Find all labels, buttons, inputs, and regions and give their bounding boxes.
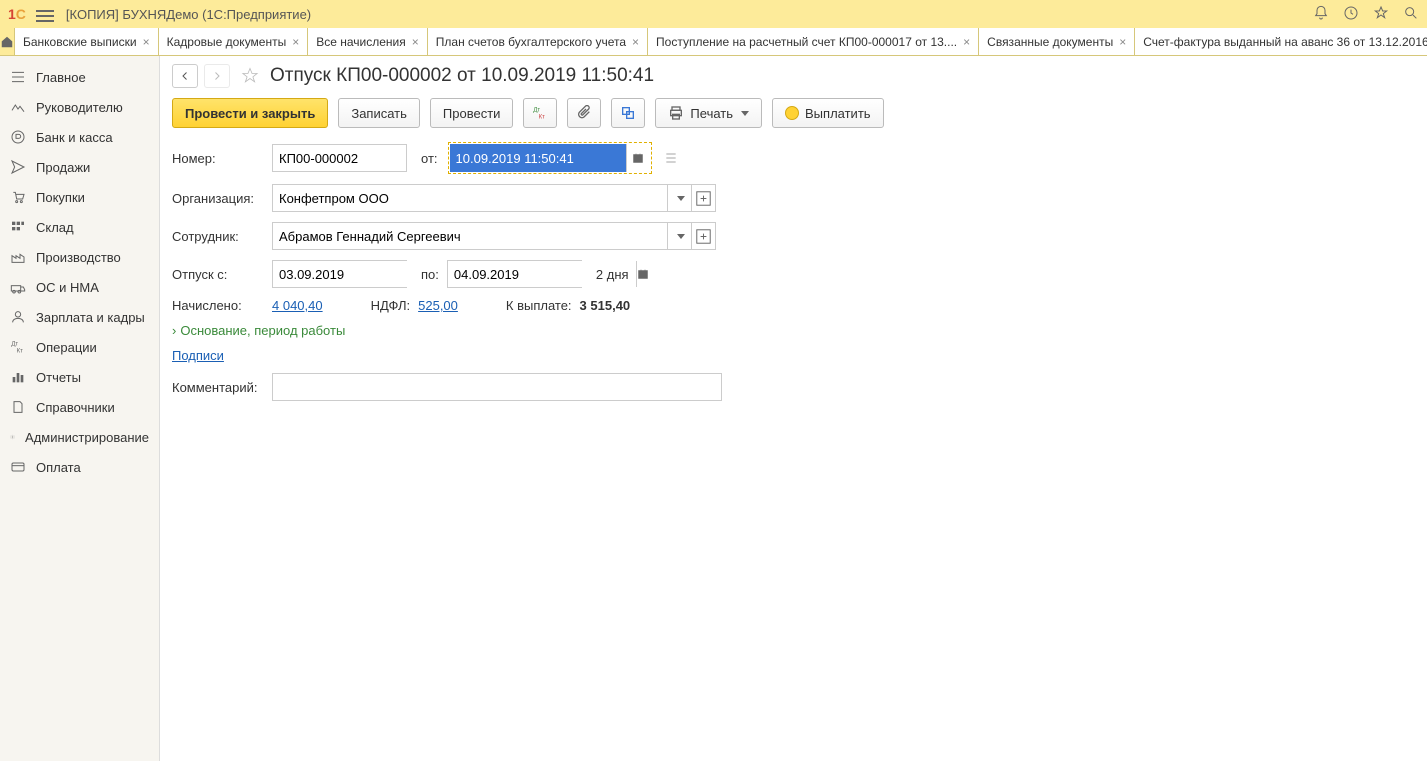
- notifications-icon[interactable]: [1313, 5, 1329, 24]
- dt-kt-button[interactable]: ДтКт: [523, 98, 557, 128]
- page-title: Отпуск КП00-000002 от 10.09.2019 11:50:4…: [270, 65, 654, 87]
- forward-button[interactable]: [204, 64, 230, 88]
- logo-1c: 1С: [8, 6, 26, 22]
- coin-icon: [785, 106, 799, 120]
- open-icon[interactable]: [692, 222, 716, 250]
- close-icon[interactable]: ×: [143, 35, 150, 49]
- chevron-down-icon: [741, 111, 749, 116]
- app-title: [КОПИЯ] БУХНЯДемо (1С:Предприятие): [66, 7, 1313, 22]
- svg-text:Кт: Кт: [17, 348, 23, 354]
- to-pay-value: 3 515,40: [580, 298, 631, 313]
- to-pay-label: К выплате:: [506, 298, 572, 313]
- search-icon[interactable]: [1403, 5, 1419, 24]
- employee-label: Сотрудник:: [172, 229, 272, 244]
- history-icon[interactable]: [1343, 5, 1359, 24]
- content-area: Отпуск КП00-000002 от 10.09.2019 11:50:4…: [160, 56, 1427, 761]
- signatures-link[interactable]: Подписи: [172, 348, 224, 363]
- days-text: 2 дня: [596, 267, 629, 282]
- nav-purchases[interactable]: Покупки: [0, 182, 159, 212]
- toolbar: Провести и закрыть Записать Провести ДтК…: [172, 98, 1415, 128]
- nav-bank[interactable]: Банк и касса: [0, 122, 159, 152]
- attach-button[interactable]: [567, 98, 601, 128]
- tab-item[interactable]: План счетов бухгалтерского учета×: [428, 28, 648, 55]
- employee-input[interactable]: [273, 223, 667, 249]
- number-label: Номер:: [172, 151, 272, 166]
- svg-text:Дт: Дт: [534, 108, 541, 114]
- calendar-icon[interactable]: [626, 144, 650, 172]
- save-button[interactable]: Записать: [338, 98, 420, 128]
- nav-payment[interactable]: Оплата: [0, 452, 159, 482]
- main-menu-button[interactable]: [36, 7, 54, 21]
- nav-payroll[interactable]: Зарплата и кадры: [0, 302, 159, 332]
- accrued-label: Начислено:: [172, 298, 272, 313]
- nav-sales[interactable]: Продажи: [0, 152, 159, 182]
- tab-item[interactable]: Все начисления×: [308, 28, 428, 55]
- home-tab[interactable]: [0, 28, 15, 55]
- open-icon[interactable]: [692, 184, 716, 212]
- nav-production[interactable]: Производство: [0, 242, 159, 272]
- comment-label: Комментарий:: [172, 380, 272, 395]
- close-icon[interactable]: ×: [632, 35, 639, 49]
- pay-button[interactable]: Выплатить: [772, 98, 884, 128]
- star-icon[interactable]: [240, 66, 260, 86]
- date-input[interactable]: [450, 144, 626, 172]
- vacation-to-label: по:: [421, 267, 439, 282]
- close-icon[interactable]: ×: [292, 35, 299, 49]
- print-button[interactable]: Печать: [655, 98, 762, 128]
- svg-text:Дт: Дт: [11, 342, 18, 348]
- sidebar: Главное Руководителю Банк и касса Продаж…: [0, 56, 160, 761]
- create-based-button[interactable]: [611, 98, 645, 128]
- dropdown-icon[interactable]: [667, 185, 691, 211]
- close-icon[interactable]: ×: [1119, 35, 1126, 49]
- nav-reports[interactable]: Отчеты: [0, 362, 159, 392]
- svg-text:Кт: Кт: [539, 114, 545, 120]
- basis-link[interactable]: Основание, период работы: [180, 323, 345, 338]
- ndfl-value-link[interactable]: 525,00: [418, 298, 458, 313]
- tab-item[interactable]: Связанные документы×: [979, 28, 1135, 55]
- nav-main[interactable]: Главное: [0, 62, 159, 92]
- ndfl-label: НДФЛ:: [371, 298, 411, 313]
- tab-item[interactable]: Счет-фактура выданный на аванс 36 от 13.…: [1135, 28, 1427, 55]
- favorites-star-icon[interactable]: [1373, 5, 1389, 24]
- tab-item[interactable]: Поступление на расчетный счет КП00-00001…: [648, 28, 979, 55]
- list-icon[interactable]: [660, 147, 682, 169]
- tab-item[interactable]: Банковские выписки×: [15, 28, 159, 55]
- tab-item[interactable]: Кадровые документы×: [159, 28, 309, 55]
- number-input[interactable]: [272, 144, 407, 172]
- close-icon[interactable]: ×: [412, 35, 419, 49]
- nav-warehouse[interactable]: Склад: [0, 212, 159, 242]
- chevron-right-icon[interactable]: ›: [172, 323, 176, 338]
- nav-manager[interactable]: Руководителю: [0, 92, 159, 122]
- back-button[interactable]: [172, 64, 198, 88]
- nav-directories[interactable]: Справочники: [0, 392, 159, 422]
- calendar-icon[interactable]: [636, 261, 649, 287]
- comment-input[interactable]: [272, 373, 722, 401]
- org-input[interactable]: [273, 185, 667, 211]
- dropdown-icon[interactable]: [667, 223, 691, 249]
- tab-bar: Банковские выписки× Кадровые документы× …: [0, 28, 1427, 56]
- vacation-from-label: Отпуск с:: [172, 267, 272, 282]
- accrued-value-link[interactable]: 4 040,40: [272, 298, 323, 313]
- post-and-close-button[interactable]: Провести и закрыть: [172, 98, 328, 128]
- close-icon[interactable]: ×: [963, 35, 970, 49]
- post-button[interactable]: Провести: [430, 98, 514, 128]
- nav-admin[interactable]: Администрирование: [0, 422, 159, 452]
- date-label: от:: [421, 151, 438, 166]
- org-label: Организация:: [172, 191, 272, 206]
- nav-operations[interactable]: ДтКтОперации: [0, 332, 159, 362]
- title-bar: 1С [КОПИЯ] БУХНЯДемо (1С:Предприятие): [0, 0, 1427, 28]
- nav-assets[interactable]: ОС и НМА: [0, 272, 159, 302]
